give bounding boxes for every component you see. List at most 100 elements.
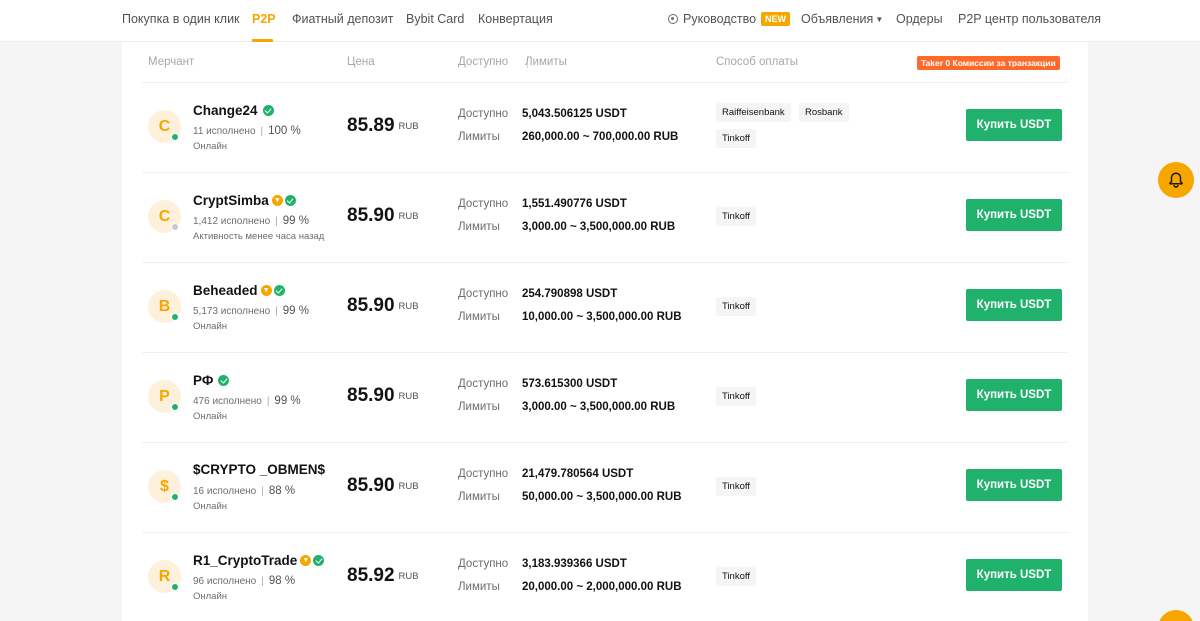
nav-bybit-card[interactable]: Bybit Card (406, 0, 464, 38)
available-value: 3,183.939366 USDT (522, 558, 627, 570)
nav-p2p[interactable]: P2P (252, 0, 276, 38)
merchant-name-wrap[interactable]: РФ (193, 372, 230, 388)
payment-method-tag: Tinkoff (716, 129, 756, 148)
offer-row: C Change24 11 исполнено | 100 % Онлайн 85.89 RU… (122, 82, 1088, 172)
price-currency: RUB (398, 211, 419, 222)
online-status-dot (171, 313, 179, 321)
header-limits: Лимиты (525, 56, 567, 68)
price-currency: RUB (398, 481, 419, 492)
merchant-status: Онлайн (193, 591, 228, 602)
online-status-dot (171, 133, 179, 141)
nav-user-center[interactable]: P2P центр пользователя (958, 0, 1101, 38)
caret-down-icon: ▼ (875, 15, 884, 24)
payment-method-tag: Tinkoff (716, 567, 756, 586)
available-value: 21,479.780564 USDT (522, 468, 634, 480)
merchant-name-wrap[interactable]: Change24 (193, 102, 274, 118)
online-status-dot (171, 223, 179, 231)
verified-check-icon (313, 554, 325, 566)
nav-convert[interactable]: Конвертация (478, 0, 553, 38)
verified-check-icon (262, 104, 274, 116)
limits-label: Лимиты (458, 401, 500, 413)
completion-rate: 99 % (282, 305, 309, 317)
price-currency: RUB (398, 301, 419, 312)
merchant-status: Онлайн (193, 411, 228, 422)
bell-icon (1169, 172, 1183, 188)
buy-usdt-button[interactable]: Купить USDT (966, 199, 1062, 231)
floating-action-button[interactable] (1158, 610, 1194, 621)
online-status-dot (171, 493, 179, 501)
price: 85.90 RUB (347, 295, 419, 317)
completion-rate: 98 % (268, 575, 296, 587)
orders-count: 1,412 исполнено (193, 216, 271, 227)
price: 85.90 RUB (347, 385, 419, 407)
merchant-status: Онлайн (193, 141, 228, 152)
row-divider (142, 172, 1068, 173)
limits-value: 50,000.00 ~ 3,500,000.00 RUB (522, 491, 682, 503)
merchant-stats: 11 исполнено | 100 % (193, 125, 301, 137)
limits-label: Лимиты (458, 131, 500, 143)
price-currency: RUB (398, 391, 419, 402)
offer-row: Р РФ 476 исполнено | 99 % Онлайн 85.90 RUB Досту… (122, 352, 1088, 442)
online-status-dot (171, 583, 179, 591)
row-divider (142, 442, 1068, 443)
nav-fiat-deposit[interactable]: Фиатный депозит (292, 0, 394, 38)
merchant-name: $CRYPTO _OBMEN$ (193, 462, 326, 477)
gold-merchant-icon: ▼ (260, 284, 272, 296)
row-divider (142, 352, 1068, 353)
nav-guide[interactable]: Руководство NEW (668, 0, 791, 38)
buy-usdt-button[interactable]: Купить USDT (966, 289, 1062, 321)
payment-method-tag: Tinkoff (716, 207, 756, 226)
price: 85.90 RUB (347, 475, 419, 497)
limits-label: Лимиты (458, 581, 500, 593)
gold-merchant-icon: ▼ (300, 554, 312, 566)
buy-usdt-button[interactable]: Купить USDT (966, 379, 1062, 411)
online-status-dot (171, 403, 179, 411)
available-label: Доступно (458, 468, 509, 480)
buy-usdt-button[interactable]: Купить USDT (966, 559, 1062, 591)
header-available: Доступно (458, 56, 509, 68)
nav-orders[interactable]: Ордеры (896, 0, 943, 38)
orders-count: 16 исполнено (193, 486, 257, 497)
limits-label: Лимиты (458, 311, 500, 323)
orders-count: 11 исполнено (193, 126, 256, 137)
top-navigation: Покупка в один клик P2P Фиатный депозит … (0, 0, 1200, 42)
gold-merchant-icon: ▼ (271, 194, 283, 206)
available-label: Доступно (458, 108, 509, 120)
available-value: 254.790898 USDT (522, 288, 618, 300)
price-value: 85.92 (347, 565, 395, 586)
buy-usdt-button[interactable]: Купить USDT (966, 469, 1062, 501)
merchant-name-wrap[interactable]: Beheaded ▼ (193, 282, 285, 298)
merchant-status: Активность менее часа назад (193, 231, 325, 242)
merchant-name-wrap[interactable]: CryptSimba ▼ (193, 192, 296, 208)
available-value: 573.615300 USDT (522, 378, 618, 390)
limits-label: Лимиты (458, 491, 500, 503)
limits-value: 3,000.00 ~ 3,500,000.00 RUB (522, 221, 676, 233)
payment-method-tag: Tinkoff (716, 477, 756, 496)
nav-one-click-buy[interactable]: Покупка в один клик (122, 0, 240, 38)
offer-row: B Beheaded ▼ 5,173 исполнено | 99 % Онлайн 85.9… (122, 262, 1088, 352)
merchant-name-wrap[interactable]: R1_CryptoTrade ▼ (193, 552, 325, 568)
price-value: 85.90 (347, 475, 395, 496)
available-label: Доступно (458, 198, 509, 210)
header-price: Цена (347, 56, 375, 68)
completion-rate: 99 % (274, 395, 301, 407)
verified-check-icon (273, 284, 285, 296)
row-divider (142, 262, 1068, 263)
nav-ads-dropdown[interactable]: Объявления ▼ (801, 0, 883, 38)
limits-value: 10,000.00 ~ 3,500,000.00 RUB (522, 311, 682, 323)
available-label: Доступно (458, 378, 509, 390)
merchant-stats: 5,173 исполнено | 99 % (193, 305, 309, 317)
payment-method-tag: Raiffeisenbank (716, 103, 791, 122)
price-value: 85.90 (347, 385, 395, 406)
verified-check-icon (218, 374, 230, 386)
header-payment: Способ оплаты (716, 56, 798, 68)
notification-bell-button[interactable] (1158, 162, 1194, 198)
merchant-status: Онлайн (193, 501, 228, 512)
merchant-name-wrap[interactable]: $CRYPTO _OBMEN$ (193, 462, 328, 477)
offer-row: C CryptSimba ▼ 1,412 исполнено | 99 % Активнос… (122, 172, 1088, 262)
limits-value: 260,000.00 ~ 700,000.00 RUB (522, 131, 679, 143)
orders-count: 5,173 исполнено (193, 306, 271, 317)
row-divider (142, 532, 1068, 533)
price: 85.92 RUB (347, 565, 419, 587)
buy-usdt-button[interactable]: Купить USDT (966, 109, 1062, 141)
